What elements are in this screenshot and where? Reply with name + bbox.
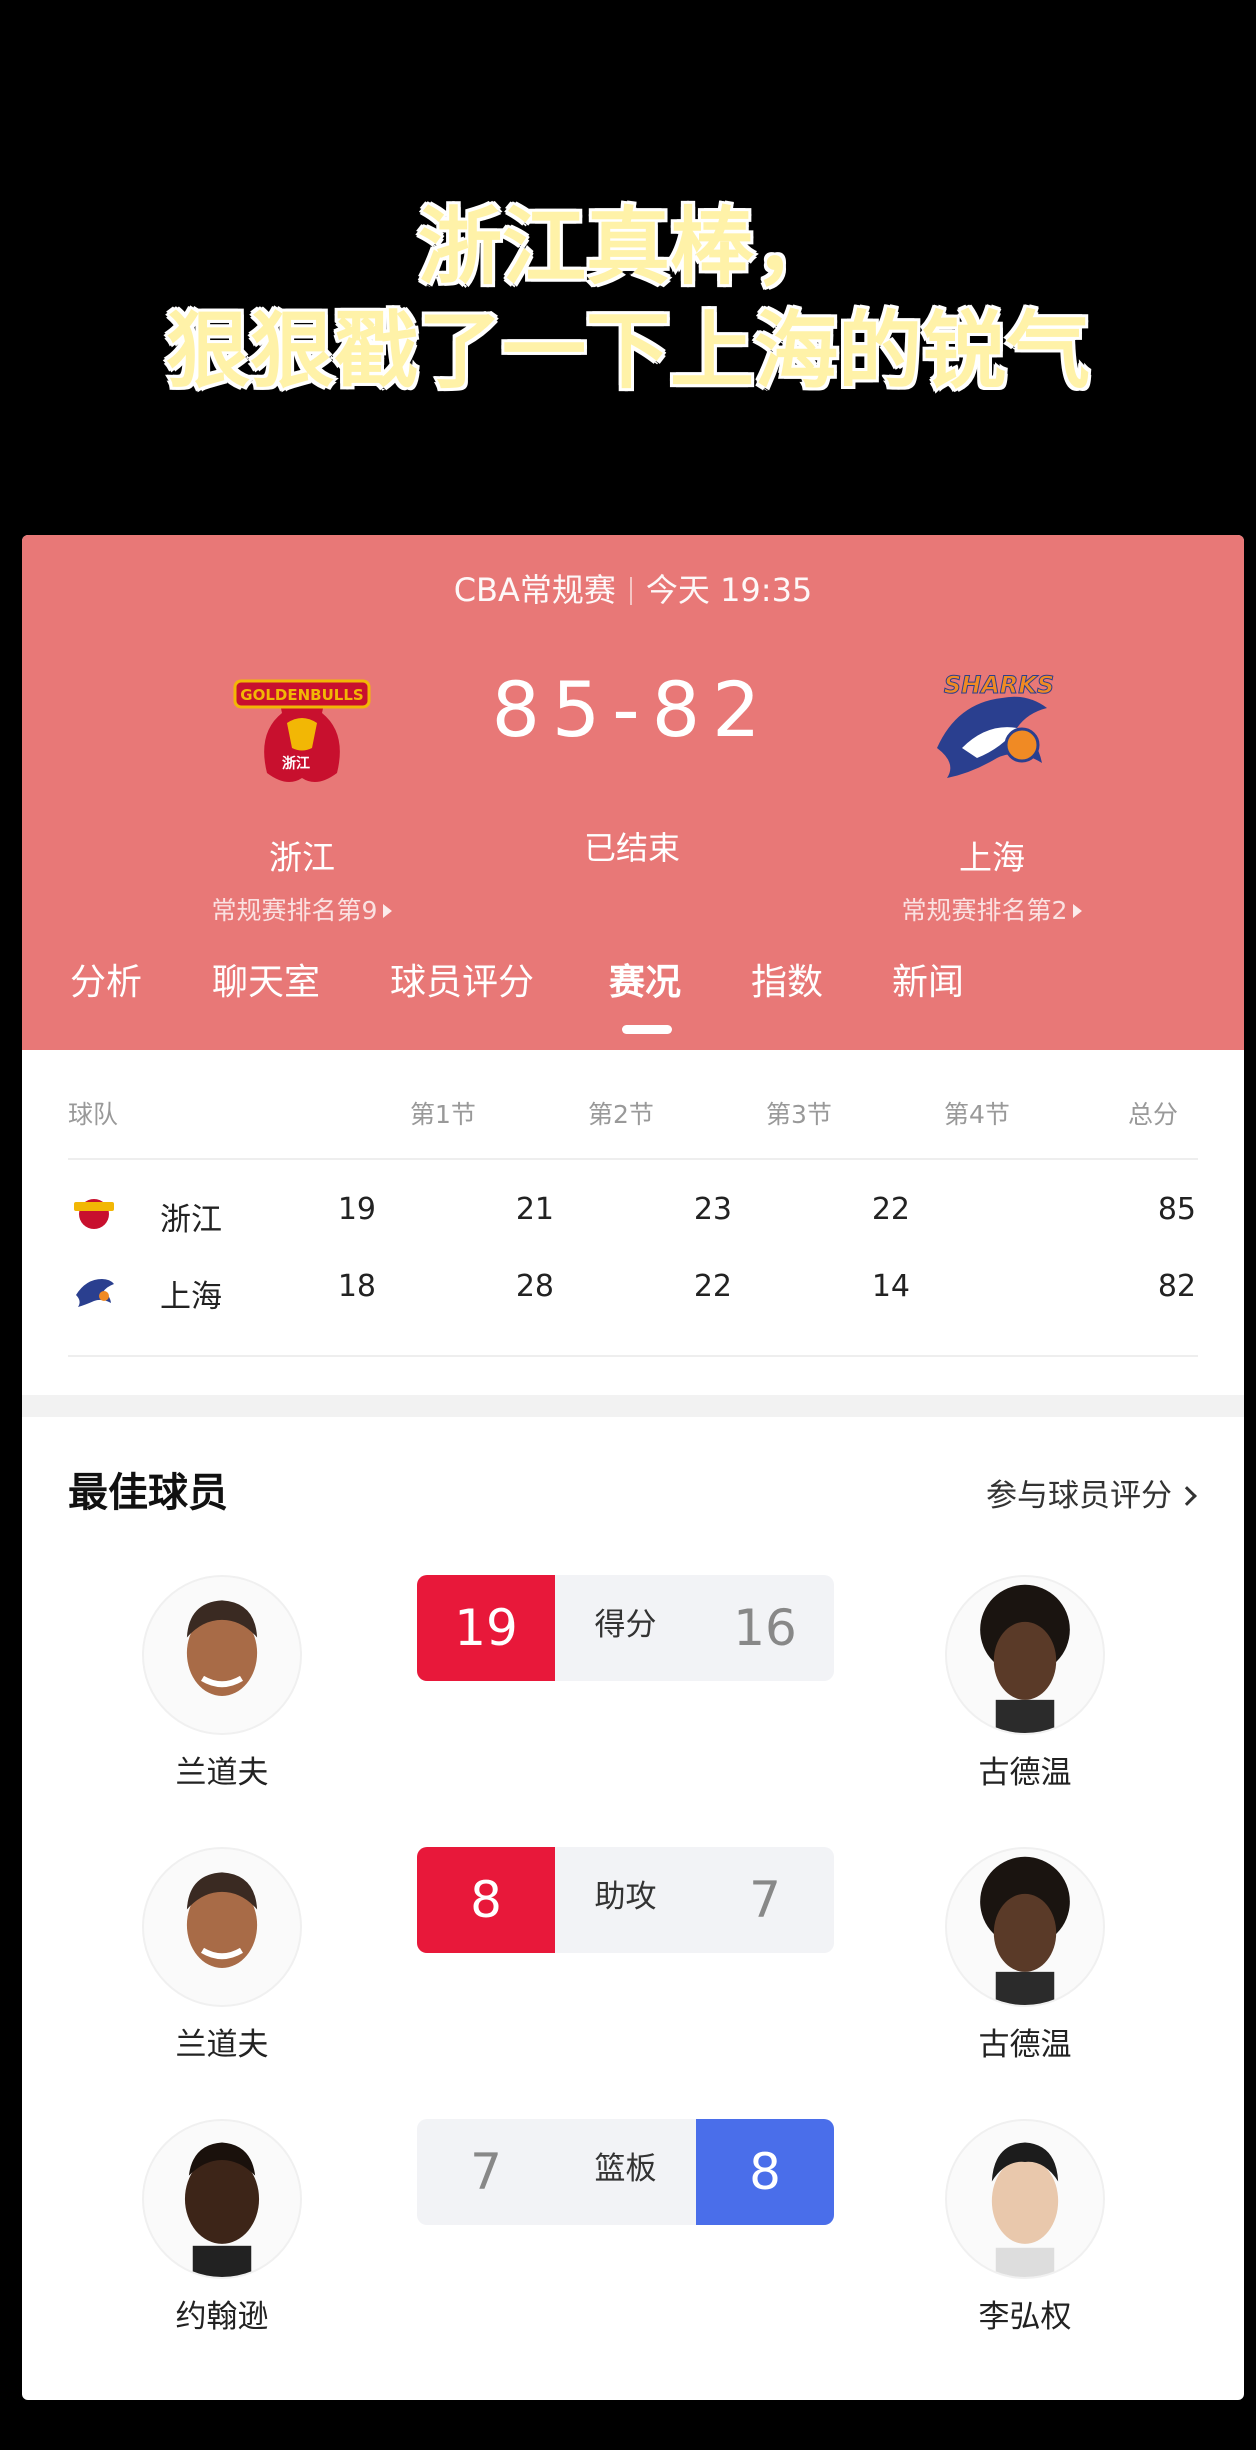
player-name: 兰道夫	[175, 1755, 269, 1791]
best-player-row: 约翰逊 7 篮板 8 李弘权	[22, 2119, 1244, 2379]
header-q3: 第3节	[766, 1100, 832, 1129]
match-header: CBA常规赛 今天 19:35 GOLDENBULLS 浙江 浙江 常规赛排名第9…	[22, 535, 1244, 1050]
tab-chatroom[interactable]: 聊天室	[212, 953, 320, 1005]
best-player-row: 兰道夫 19 得分 16 古德温	[22, 1575, 1244, 1835]
away-stat-value: 8	[696, 2119, 834, 2225]
total-score: 82	[1157, 1269, 1196, 1304]
table-divider	[68, 1158, 1198, 1160]
league-name: CBA常规赛	[453, 571, 616, 609]
team-name: 上海	[160, 1279, 222, 1315]
q2-score: 28	[515, 1269, 554, 1304]
home-stat-value: 7	[470, 2143, 502, 2201]
golden-bulls-logo-icon: GOLDENBULLS 浙江	[233, 679, 371, 782]
q1-score: 19	[337, 1192, 376, 1227]
stat-label: 助攻	[594, 1879, 657, 1915]
section-separator	[22, 1395, 1244, 1417]
caret-right-icon	[383, 904, 393, 918]
player-name: 约翰逊	[175, 2299, 269, 2335]
away-player[interactable]: 古德温	[925, 1575, 1125, 1792]
best-player-row: 兰道夫 8 助攻 7 古德温	[22, 1847, 1244, 2107]
q3-score: 22	[693, 1269, 732, 1304]
sharks-logo-icon	[76, 1279, 114, 1307]
caption-line-2: 狠狠戳了一下上海的锐气	[163, 300, 1092, 403]
away-team-rank[interactable]: 常规赛排名第2	[842, 891, 1142, 927]
home-player[interactable]: 约翰逊	[122, 2119, 322, 2336]
away-team-name: 上海	[959, 838, 1025, 877]
golden-bulls-logo-icon	[74, 1199, 114, 1229]
player-avatar	[142, 2119, 302, 2279]
q3-score: 23	[693, 1192, 732, 1227]
header-team: 球队	[68, 1100, 119, 1129]
stat-label: 得分	[594, 1607, 657, 1643]
q4-score: 14	[871, 1269, 910, 1304]
svg-text:SHARKS: SHARKS	[944, 671, 1054, 699]
match-score: 85-82	[491, 665, 773, 754]
home-rank-text: 常规赛排名第9	[211, 896, 378, 925]
player-avatar	[945, 1575, 1105, 1735]
header-total: 总分	[1128, 1100, 1179, 1129]
away-team[interactable]: SHARKS 上海 常规赛排名第2	[842, 653, 1142, 927]
away-rank-text: 常规赛排名第2	[901, 896, 1068, 925]
active-tab-indicator	[622, 1025, 672, 1034]
rate-players-text: 参与球员评分	[986, 1478, 1172, 1514]
league-info: CBA常规赛 今天 19:35	[22, 565, 1244, 611]
away-stat-value: 7	[749, 1871, 781, 1929]
player-name: 古德温	[978, 2027, 1072, 2063]
home-team-rank[interactable]: 常规赛排名第9	[152, 891, 452, 927]
sharks-logo-icon: SHARKS	[937, 671, 1055, 778]
table-divider	[68, 1355, 1198, 1357]
match-status: 已结束	[583, 829, 680, 867]
header-q1: 第1节	[410, 1100, 476, 1129]
video-caption: 浙江真棒， 狠狠戳了一下上海的锐气	[0, 195, 1256, 403]
player-name: 古德温	[978, 1755, 1072, 1791]
stat-label: 篮板	[594, 2151, 657, 2187]
quarter-score-table: 球队 第1节 第2节 第3节 第4节 总分	[68, 1095, 1198, 1135]
home-player[interactable]: 兰道夫	[122, 1847, 322, 2064]
home-player[interactable]: 兰道夫	[122, 1575, 322, 1792]
caption-line-1: 浙江真棒，	[415, 196, 840, 299]
tab-odds[interactable]: 指数	[751, 953, 823, 1005]
player-name: 兰道夫	[175, 2027, 269, 2063]
match-time: 今天 19:35	[645, 571, 813, 609]
player-avatar	[945, 1847, 1105, 2007]
rate-players-link[interactable]: 参与球员评分	[986, 1470, 1197, 1515]
home-stat-value: 8	[417, 1847, 555, 1953]
home-team[interactable]: GOLDENBULLS 浙江 浙江 常规赛排名第9	[152, 653, 452, 927]
tab-news[interactable]: 新闻	[892, 953, 964, 1005]
match-page: CBA常规赛 今天 19:35 GOLDENBULLS 浙江 浙江 常规赛排名第9…	[22, 535, 1244, 2400]
player-avatar	[945, 2119, 1105, 2279]
q2-score: 21	[515, 1192, 554, 1227]
away-stat-value: 16	[733, 1599, 797, 1657]
caret-right-icon	[1073, 904, 1083, 918]
home-team-name: 浙江	[269, 838, 335, 877]
tab-analysis[interactable]: 分析	[70, 953, 142, 1005]
svg-text:GOLDENBULLS: GOLDENBULLS	[240, 686, 363, 704]
q4-score: 22	[871, 1192, 910, 1227]
table-row: 浙江 19 21 23 22 85	[68, 1190, 1198, 1250]
stat-comparison: 19 得分 16	[417, 1575, 834, 1681]
stat-comparison: 7 篮板 8	[417, 2119, 834, 2225]
away-player[interactable]: 古德温	[925, 1847, 1125, 2064]
svg-text:浙江: 浙江	[282, 755, 310, 772]
total-score: 85	[1157, 1192, 1196, 1227]
best-players-title: 最佳球员	[68, 1470, 228, 1516]
home-stat-value: 19	[417, 1575, 555, 1681]
tab-game-status[interactable]: 赛况	[609, 953, 681, 1005]
away-player[interactable]: 李弘权	[925, 2119, 1125, 2336]
player-name: 李弘权	[978, 2299, 1072, 2335]
team-name: 浙江	[160, 1202, 222, 1238]
stat-comparison: 8 助攻 7	[417, 1847, 834, 1953]
player-avatar	[142, 1847, 302, 2007]
chevron-right-icon	[1177, 1486, 1197, 1506]
header-q2: 第2节	[588, 1100, 654, 1129]
table-row: 上海 18 28 22 14 82	[68, 1267, 1198, 1327]
player-avatar	[142, 1575, 302, 1735]
table-header: 球队 第1节 第2节 第3节 第4节 总分	[68, 1095, 1198, 1135]
header-q4: 第4节	[944, 1100, 1010, 1129]
q1-score: 18	[337, 1269, 376, 1304]
divider	[629, 577, 632, 605]
tab-player-ratings[interactable]: 球员评分	[390, 953, 534, 1005]
